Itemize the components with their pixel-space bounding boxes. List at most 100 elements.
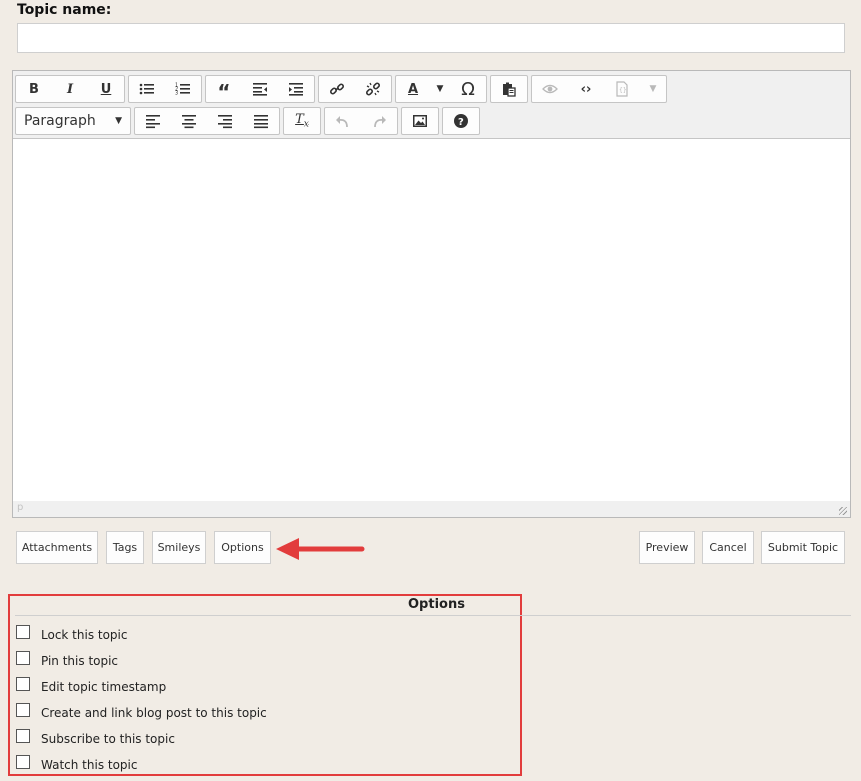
option-label: Lock this topic [41, 628, 128, 642]
preview-icon [542, 84, 558, 94]
list-group: 123 [128, 75, 202, 103]
bold-button[interactable]: B [16, 76, 52, 102]
align-left-button[interactable] [135, 108, 171, 134]
underline-icon: U [100, 81, 112, 97]
submit-topic-button[interactable]: Submit Topic [761, 531, 845, 564]
tags-button[interactable]: Tags [106, 531, 144, 564]
option-edit-timestamp: Edit topic timestamp [16, 677, 166, 694]
link-button[interactable] [319, 76, 355, 102]
annotation-arrow-icon [276, 538, 365, 560]
element-path[interactable]: p [17, 502, 23, 513]
help-button[interactable]: ? [443, 108, 479, 134]
option-label: Subscribe to this topic [41, 732, 175, 746]
options-button[interactable]: Options [214, 531, 271, 564]
options-panel-title: Options [408, 597, 465, 612]
paste-icon [503, 82, 516, 97]
help-icon: ? [454, 114, 468, 128]
history-group [324, 107, 398, 135]
link-icon [329, 83, 345, 95]
block-group: “ [205, 75, 315, 103]
redo-button[interactable] [361, 108, 397, 134]
option-label: Create and link blog post to this topic [41, 706, 267, 720]
italic-button[interactable]: I [52, 76, 88, 102]
topic-name-label: Topic name: [17, 2, 112, 18]
option-label: Pin this topic [41, 654, 119, 668]
numbered-list-icon: 123 [175, 83, 190, 97]
format-select-value: Paragraph [24, 113, 96, 129]
format-select[interactable]: Paragraph ▼ [16, 108, 130, 134]
create-blog-post-checkbox[interactable] [16, 703, 30, 717]
align-center-button[interactable] [171, 108, 207, 134]
image-icon [413, 115, 427, 127]
svg-text:{}: {} [619, 87, 627, 94]
option-pin-topic: Pin this topic [16, 651, 119, 668]
topic-name-input[interactable] [17, 23, 845, 53]
color-char-group: A ▼ Ω [395, 75, 487, 103]
source-code-button[interactable]: ‹› [568, 76, 604, 102]
outdent-icon [253, 83, 267, 96]
image-group [401, 107, 439, 135]
source-code-icon: ‹› [580, 81, 592, 97]
special-character-icon: Ω [461, 78, 475, 100]
special-character-button[interactable]: Ω [450, 76, 486, 102]
edit-timestamp-checkbox[interactable] [16, 677, 30, 691]
svg-text:3: 3 [175, 91, 178, 97]
watch-checkbox[interactable] [16, 755, 30, 769]
preview-button-toolbar[interactable] [532, 76, 568, 102]
align-left-icon [146, 115, 160, 129]
editor-toolbar-row-1: B I U 123 “ A ▼ Ω ‹› {} ▼ [15, 75, 667, 103]
pin-topic-checkbox[interactable] [16, 651, 30, 665]
preview-button[interactable]: Preview [639, 531, 695, 564]
bullet-list-button[interactable] [129, 76, 165, 102]
cancel-button[interactable]: Cancel [702, 531, 754, 564]
align-right-icon [218, 115, 232, 129]
clear-formatting-button[interactable]: Tx [284, 108, 320, 134]
indent-button[interactable] [278, 76, 314, 102]
underline-button[interactable]: U [88, 76, 124, 102]
attachments-button[interactable]: Attachments [16, 531, 98, 564]
text-color-icon: A [407, 81, 419, 97]
undo-icon [336, 116, 348, 128]
bullet-list-icon [139, 83, 154, 95]
blockquote-button[interactable]: “ [206, 76, 242, 102]
undo-button[interactable] [325, 108, 361, 134]
option-label: Watch this topic [41, 758, 138, 772]
insert-image-button[interactable] [402, 108, 438, 134]
bold-icon: B [29, 81, 39, 97]
text-style-group: B I U [15, 75, 125, 103]
lock-topic-checkbox[interactable] [16, 625, 30, 639]
chevron-down-icon: ▼ [649, 84, 657, 94]
template-button[interactable]: {} [604, 76, 640, 102]
svg-text:?: ? [458, 117, 464, 128]
rich-text-editor: B I U 123 “ A ▼ Ω ‹› {} ▼ Paragraph ▼ Tx… [12, 70, 851, 518]
align-center-icon [182, 115, 196, 129]
align-right-button[interactable] [207, 108, 243, 134]
resize-handle-icon[interactable] [839, 507, 847, 515]
editor-content-area[interactable] [13, 138, 850, 502]
template-dropdown[interactable]: ▼ [640, 76, 666, 102]
outdent-button[interactable] [242, 76, 278, 102]
text-color-button[interactable]: A [396, 76, 430, 102]
option-lock-topic: Lock this topic [16, 625, 128, 642]
numbered-list-button[interactable]: 123 [165, 76, 201, 102]
format-select-group: Paragraph ▼ [15, 107, 131, 135]
align-justify-icon [254, 115, 268, 129]
clear-format-group: Tx [283, 107, 321, 135]
paste-button[interactable] [491, 76, 527, 102]
clear-formatting-icon: Tx [295, 112, 309, 130]
text-color-dropdown[interactable]: ▼ [430, 76, 450, 102]
chevron-down-icon: ▼ [436, 84, 444, 94]
smileys-button[interactable]: Smileys [152, 531, 206, 564]
blockquote-icon: “ [217, 80, 231, 104]
help-group: ? [442, 107, 480, 135]
align-group [134, 107, 280, 135]
align-justify-button[interactable] [243, 108, 279, 134]
paste-group [490, 75, 528, 103]
subscribe-checkbox[interactable] [16, 729, 30, 743]
editor-statusbar: p [13, 501, 850, 517]
options-divider [15, 615, 851, 616]
chevron-down-icon: ▼ [115, 116, 122, 126]
editor-toolbar-row-2: Paragraph ▼ Tx ? [15, 107, 480, 135]
redo-icon [374, 116, 386, 128]
unlink-button[interactable] [355, 76, 391, 102]
